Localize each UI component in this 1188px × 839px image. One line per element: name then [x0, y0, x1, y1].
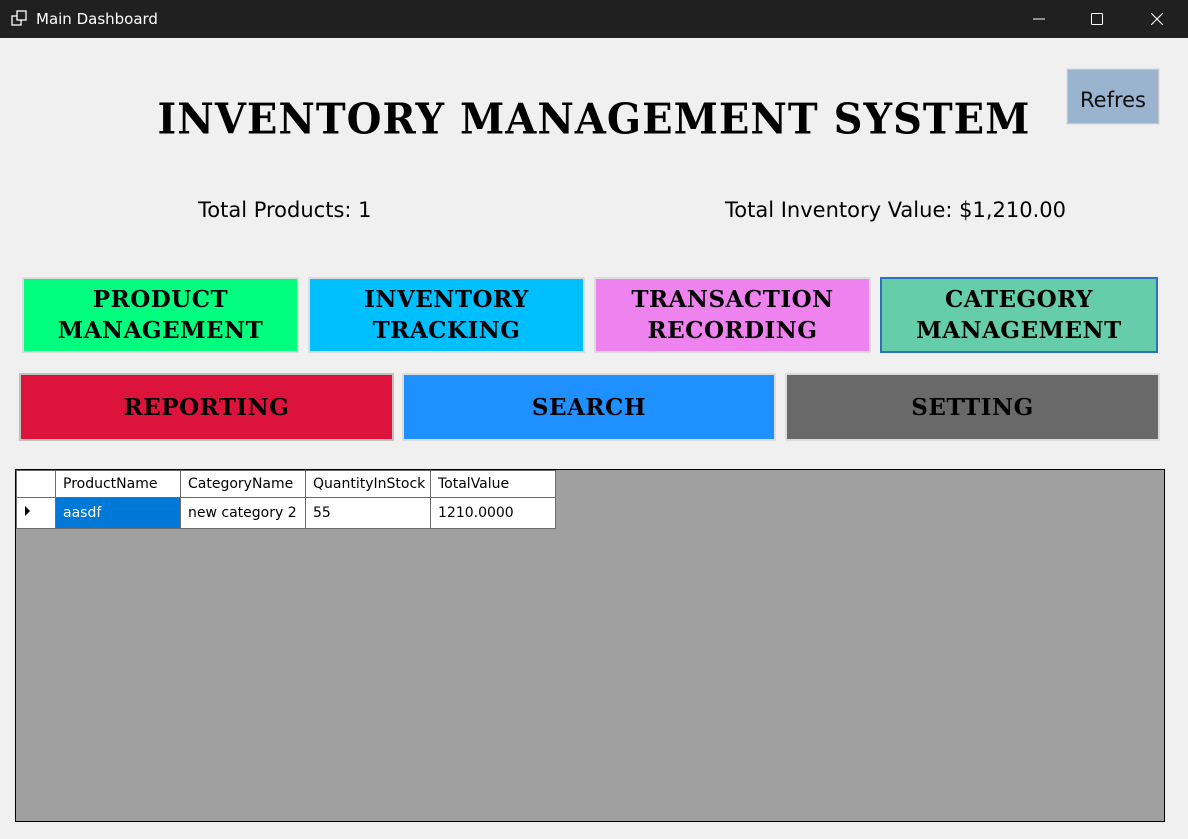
- current-row-indicator-icon: [25, 506, 30, 516]
- table-cell[interactable]: 1210.0000: [430, 497, 556, 529]
- column-header-categoryname[interactable]: CategoryName: [180, 470, 306, 498]
- search-button[interactable]: SEARCH: [402, 373, 776, 441]
- transaction-recording-button[interactable]: TRANSACTION RECORDING: [594, 277, 871, 353]
- total-inventory-value-label: Total Inventory Value: $1,210.00: [725, 198, 1066, 222]
- products-grid[interactable]: ProductName CategoryName QuantityInStock…: [15, 469, 1165, 822]
- maximize-button[interactable]: [1074, 0, 1120, 38]
- inventory-tracking-button[interactable]: INVENTORY TRACKING: [308, 277, 585, 353]
- minimize-icon: [1033, 18, 1045, 20]
- product-management-button[interactable]: PRODUCT MANAGEMENT: [22, 277, 299, 353]
- search-label: SEARCH: [531, 393, 647, 421]
- column-header-totalvalue[interactable]: TotalValue: [430, 470, 556, 498]
- total-products-label: Total Products: 1: [198, 198, 372, 222]
- maximize-icon: [1091, 13, 1103, 25]
- close-icon: [1151, 13, 1163, 25]
- table-cell[interactable]: aasdf: [55, 497, 181, 529]
- setting-label: SETTING: [911, 393, 1034, 421]
- table-cell[interactable]: new category 2: [180, 497, 306, 529]
- column-header-quantityinstock[interactable]: QuantityInStock: [305, 470, 431, 498]
- page-title: INVENTORY MANAGEMENT SYSTEM: [157, 94, 1031, 145]
- close-button[interactable]: [1134, 0, 1180, 38]
- window-title: Main Dashboard: [36, 10, 158, 28]
- category-management-label: CATEGORY MANAGEMENT: [916, 286, 1122, 344]
- row-header-corner[interactable]: [16, 470, 56, 498]
- minimize-button[interactable]: [1016, 0, 1062, 38]
- title-bar: Main Dashboard: [0, 0, 1188, 38]
- setting-button[interactable]: SETTING: [785, 373, 1160, 441]
- table-cell[interactable]: 55: [305, 497, 431, 529]
- inventory-tracking-label: INVENTORY TRACKING: [364, 286, 529, 344]
- reporting-label: REPORTING: [123, 393, 290, 421]
- column-header-productname[interactable]: ProductName: [55, 470, 181, 498]
- table-row[interactable]: aasdf new category 2 55 1210.0000: [16, 497, 556, 529]
- row-header[interactable]: [16, 497, 56, 529]
- products-table: ProductName CategoryName QuantityInStock…: [16, 470, 556, 529]
- transaction-recording-label: TRANSACTION RECORDING: [631, 286, 834, 344]
- product-management-label: PRODUCT MANAGEMENT: [57, 286, 264, 344]
- category-management-button[interactable]: CATEGORY MANAGEMENT: [880, 277, 1158, 353]
- app-icon: [11, 10, 29, 28]
- table-header-row: ProductName CategoryName QuantityInStock…: [16, 470, 556, 498]
- reporting-button[interactable]: REPORTING: [19, 373, 394, 441]
